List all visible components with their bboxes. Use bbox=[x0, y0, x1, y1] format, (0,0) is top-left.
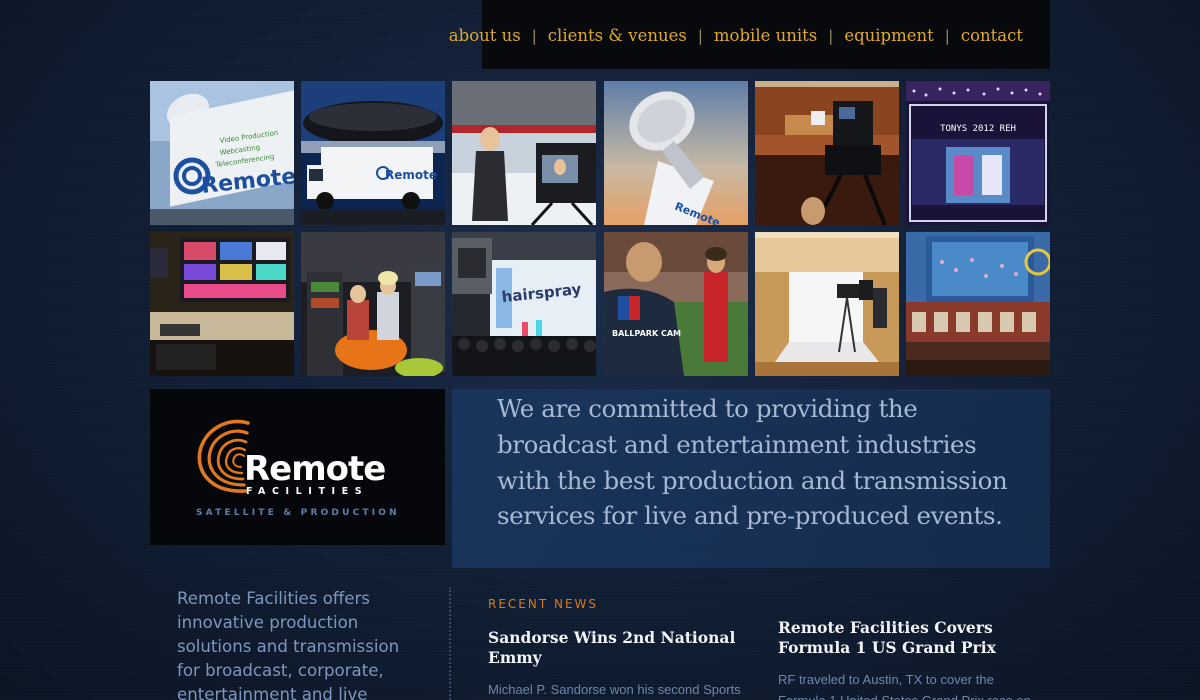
truck-interior-photo-icon bbox=[301, 232, 446, 376]
gallery-photo-hairspray-stage[interactable]: hairspray bbox=[452, 232, 597, 376]
nav-separator: | bbox=[697, 26, 703, 45]
nav-contact[interactable]: contact bbox=[961, 26, 1023, 45]
ballpark-reporter-photo-icon: BALLPARK CAM bbox=[603, 232, 748, 376]
nav-about-us[interactable]: about us bbox=[449, 26, 521, 45]
logo-wordmark: Remote bbox=[244, 449, 386, 489]
ballpark-cam-text: BALLPARK CAM bbox=[612, 329, 681, 338]
gallery-photo-theater-camera[interactable] bbox=[754, 81, 899, 225]
logo-facilities-text: FACILITIES bbox=[246, 486, 369, 497]
nav-separator: | bbox=[944, 26, 950, 45]
nav-equipment[interactable]: equipment bbox=[844, 26, 933, 45]
recent-news-heading: RECENT NEWS bbox=[488, 597, 599, 611]
news-item-title[interactable]: Remote Facilities Covers Formula 1 US Gr… bbox=[778, 618, 1038, 657]
gallery-photo-truck-interior[interactable] bbox=[301, 232, 446, 376]
street-event-photo-icon bbox=[905, 232, 1050, 376]
gallery-photo-control-room[interactable] bbox=[150, 232, 294, 376]
studio-set-photo-icon bbox=[754, 232, 899, 376]
gallery-photo-ballpark-reporter[interactable]: BALLPARK CAM bbox=[603, 232, 748, 376]
gallery-photo-stadium-truck[interactable]: Remote bbox=[301, 81, 446, 225]
news-item: Remote Facilities Covers Formula 1 US Gr… bbox=[778, 618, 1038, 700]
gallery-photo-production-truck[interactable]: Remote Video Production Webcasting Telec… bbox=[150, 81, 294, 225]
satellite-dish-photo-icon: Remote bbox=[603, 81, 748, 225]
mission-statement-text: We are committed to providing the broadc… bbox=[497, 394, 1008, 531]
gallery-photo-tonys-stage[interactable]: TONYS 2012 REH bbox=[905, 81, 1050, 225]
control-room-photo-icon bbox=[150, 232, 294, 376]
nav-mobile-units[interactable]: mobile units bbox=[714, 26, 817, 45]
hairspray-stage-photo-icon: hairspray bbox=[452, 232, 597, 376]
ice-rink-reporter-photo-icon bbox=[452, 81, 597, 225]
intro-text: Remote Facilities offers innovative prod… bbox=[177, 589, 400, 700]
production-truck-photo-icon: Remote Video Production Webcasting Telec… bbox=[150, 81, 294, 225]
theater-camera-photo-icon bbox=[754, 81, 899, 225]
stadium-truck-photo-icon: Remote bbox=[301, 81, 446, 225]
gallery-photo-street-event[interactable] bbox=[905, 232, 1050, 376]
tonys-stage-photo-icon: TONYS 2012 REH bbox=[905, 81, 1050, 225]
gallery-photo-satellite-dish[interactable]: Remote bbox=[603, 81, 748, 225]
news-item-excerpt: Michael P. Sandorse won his second Sport… bbox=[488, 682, 741, 697]
news-item: Sandorse Wins 2nd National Emmy Michael … bbox=[488, 628, 748, 700]
nav-separator: | bbox=[531, 26, 537, 45]
logo-tagline: SATELLITE & PRODUCTION bbox=[196, 508, 400, 518]
mission-statement-panel: We are committed to providing the broadc… bbox=[452, 389, 1050, 568]
nav-clients-venues[interactable]: clients & venues bbox=[548, 26, 687, 45]
photo-gallery: Remote Video Production Webcasting Telec… bbox=[150, 81, 1050, 376]
nav-separator: | bbox=[828, 26, 834, 45]
tonys-slate-text: TONYS 2012 REH bbox=[940, 124, 1016, 134]
news-item-title[interactable]: Sandorse Wins 2nd National Emmy bbox=[488, 628, 748, 667]
news-item-excerpt: RF traveled to Austin, TX to cover the F… bbox=[778, 672, 1031, 700]
main-nav: about us | clients & venues | mobile uni… bbox=[449, 0, 1050, 69]
column-divider bbox=[449, 587, 451, 700]
gallery-photo-studio-set[interactable] bbox=[754, 232, 899, 376]
svg-text:Remote: Remote bbox=[385, 168, 437, 182]
gallery-photo-ice-rink-reporter[interactable] bbox=[452, 81, 597, 225]
